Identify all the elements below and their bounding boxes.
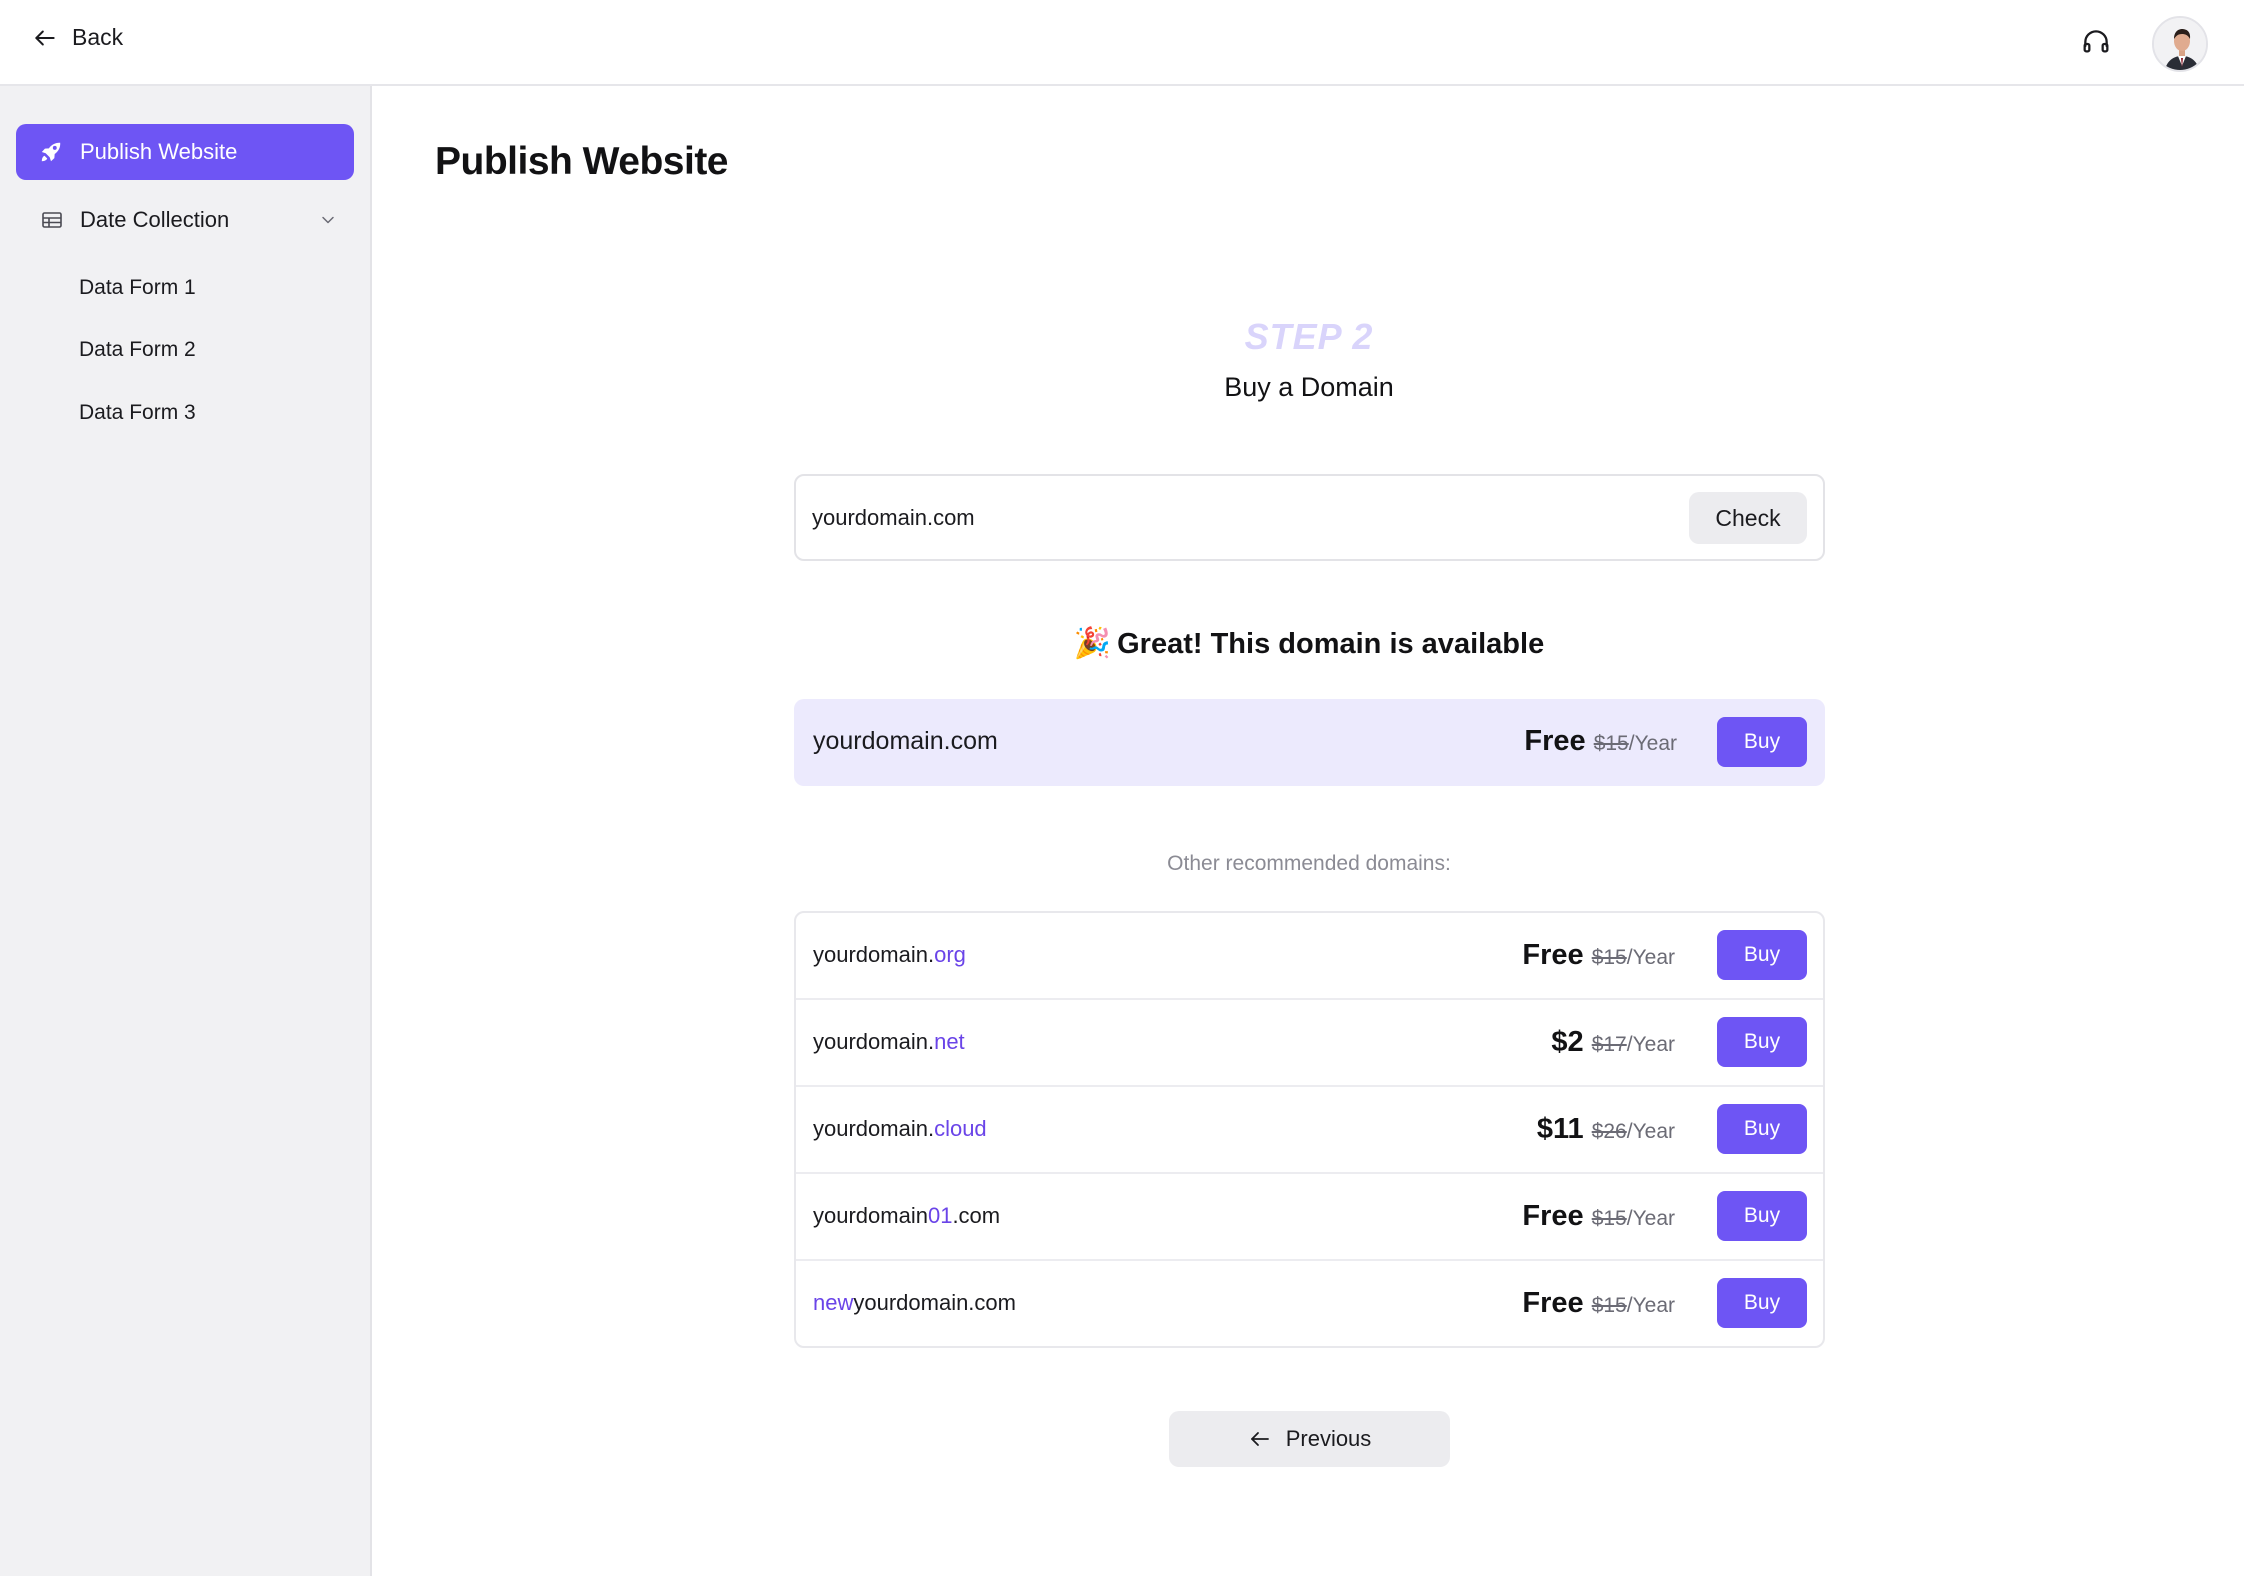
featured-domain-name: yourdomain.com (813, 727, 998, 755)
price-period: /Year (1626, 1294, 1675, 1317)
old-price: $15/Year (1592, 946, 1675, 970)
old-price: $15/Year (1592, 1294, 1675, 1318)
old-price-value: $17 (1591, 1033, 1627, 1056)
domain-price: Free $15/Year (1522, 1287, 1675, 1320)
old-price-value: $15 (1591, 1207, 1627, 1230)
sidebar-item-data-form-3[interactable]: Data Form 3 (79, 401, 196, 425)
buy-button[interactable]: Buy (1717, 717, 1807, 767)
current-price: Free (1522, 1287, 1584, 1319)
step-label: STEP 2 (1244, 316, 1374, 357)
domain-price: $2 $17/Year (1551, 1026, 1675, 1059)
domain-price: $11 $26/Year (1537, 1113, 1675, 1146)
back-button[interactable]: Back (32, 24, 123, 51)
sidebar: Publish Website Date Collection Data For… (0, 86, 372, 1576)
old-price-value: $15 (1591, 1294, 1627, 1317)
recommended-domains-list: yourdomain.org Free $15/Year Buy yourdom… (794, 911, 1825, 1348)
sidebar-item-publish-website[interactable]: Publish Website (16, 124, 354, 180)
buy-button[interactable]: Buy (1717, 930, 1807, 980)
domain-row: newyourdomain.com Free $15/Year Buy (796, 1261, 1823, 1346)
domain-name: yourdomain.net (813, 1029, 965, 1055)
current-price: Free (1524, 725, 1586, 757)
domain-name: yourdomain01.com (813, 1203, 1000, 1229)
domain-base: yourdomain.com (853, 1290, 1016, 1315)
current-price: Free (1522, 1200, 1584, 1232)
price-period: /Year (1626, 1120, 1675, 1143)
other-domains-label: Other recommended domains: (1167, 852, 1451, 875)
price-period: /Year (1626, 946, 1675, 969)
sidebar-item-data-form-1[interactable]: Data Form 1 (79, 276, 196, 300)
previous-button[interactable]: Previous (1169, 1411, 1450, 1467)
domain-name: yourdomain.cloud (813, 1116, 987, 1142)
old-price-value: $15 (1593, 732, 1629, 755)
current-price: Free (1522, 939, 1584, 971)
old-price-value: $26 (1591, 1120, 1627, 1143)
sidebar-group-label: Date Collection (80, 207, 230, 232)
price-period: /Year (1626, 1207, 1675, 1230)
domain-highlight: 01 (927, 1203, 953, 1228)
domain-search-input[interactable] (812, 496, 1612, 540)
domain-base: yourdomain. (813, 942, 935, 967)
arrow-left-icon (1250, 1432, 1269, 1446)
old-price-value: $15 (1591, 946, 1627, 969)
old-price: $15/Year (1594, 732, 1677, 756)
domain-row: yourdomain.cloud $11 $26/Year Buy (796, 1087, 1823, 1174)
user-avatar[interactable] (2152, 16, 2208, 72)
headset-icon[interactable] (2080, 26, 2112, 58)
check-button[interactable]: Check (1689, 492, 1807, 544)
availability-text: Great! This domain is available (1117, 628, 1545, 660)
domain-search-box: Check (794, 474, 1825, 561)
domain-row: yourdomain01.com Free $15/Year Buy (796, 1174, 1823, 1261)
price-period: /Year (1628, 732, 1677, 755)
domain-suffix: .com (952, 1203, 1001, 1228)
domain-name: yourdomain.org (813, 942, 966, 968)
old-price: $15/Year (1592, 1207, 1675, 1231)
current-price: $11 (1536, 1113, 1584, 1145)
domain-base: yourdomain. (813, 1029, 935, 1054)
domain-base: yourdomain (813, 1203, 928, 1228)
buy-button[interactable]: Buy (1717, 1104, 1807, 1154)
sidebar-group-date-collection[interactable]: Date Collection (16, 192, 354, 248)
domain-prefix: new (813, 1290, 854, 1315)
featured-domain-card: yourdomain.com Free $15/Year Buy (794, 699, 1825, 786)
buy-button[interactable]: Buy (1717, 1017, 1807, 1067)
price-period: /Year (1626, 1033, 1675, 1056)
page-title: Publish Website (435, 140, 729, 183)
buy-button[interactable]: Buy (1717, 1191, 1807, 1241)
domain-row: yourdomain.net $2 $17/Year Buy (796, 1000, 1823, 1087)
rocket-icon (41, 142, 61, 162)
old-price: $26/Year (1592, 1120, 1675, 1144)
domain-highlight: org (934, 942, 966, 967)
domain-highlight: net (934, 1029, 965, 1054)
step-title: Buy a Domain (1224, 372, 1394, 402)
party-popper-icon: 🎉 (1073, 627, 1112, 660)
arrow-left-icon (35, 30, 55, 45)
domain-name: newyourdomain.com (813, 1290, 1016, 1316)
buy-button[interactable]: Buy (1717, 1278, 1807, 1328)
previous-label: Previous (1285, 1426, 1372, 1451)
back-label: Back (72, 24, 124, 50)
sidebar-item-label: Publish Website (80, 139, 238, 164)
domain-base: yourdomain. (813, 1116, 935, 1141)
availability-message: 🎉 Great! This domain is available (0, 626, 2244, 661)
chevron-down-icon (322, 216, 334, 224)
table-icon (42, 212, 62, 228)
domain-row: yourdomain.org Free $15/Year Buy (796, 913, 1823, 1000)
current-price: $2 (1551, 1026, 1584, 1058)
domain-price: Free $15/Year (1522, 939, 1675, 972)
featured-price: Free $15/Year (1524, 725, 1677, 758)
old-price: $17/Year (1592, 1033, 1675, 1057)
domain-highlight: cloud (934, 1116, 987, 1141)
domain-price: Free $15/Year (1522, 1200, 1675, 1233)
top-bar: Back (0, 0, 2244, 86)
